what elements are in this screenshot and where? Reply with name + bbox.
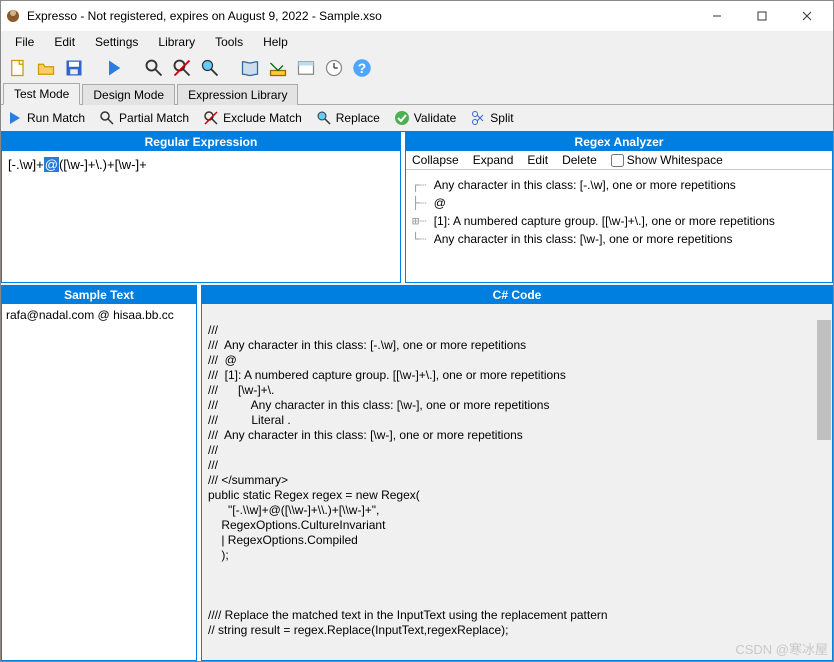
analyzer-tree[interactable]: ┌┈ Any character in this class: [-.\w], … xyxy=(406,170,832,254)
code-output[interactable]: /// /// Any character in this class: [-.… xyxy=(202,304,832,660)
tab-test-mode[interactable]: Test Mode xyxy=(3,83,80,105)
partial-match-button[interactable]: Partial Match xyxy=(99,110,189,126)
tree-node[interactable]: @ xyxy=(434,194,446,212)
new-icon[interactable] xyxy=(7,57,29,79)
run-icon[interactable] xyxy=(103,57,125,79)
menu-tools[interactable]: Tools xyxy=(207,33,251,51)
search-partial-icon[interactable] xyxy=(143,57,165,79)
maximize-button[interactable] xyxy=(739,1,784,31)
titlebar: Expresso - Not registered, expires on Au… xyxy=(1,1,833,31)
main-toolbar: ? xyxy=(1,53,833,83)
tree-node-expandable[interactable]: [1]: A numbered capture group. [[\w-]+\.… xyxy=(434,212,775,230)
tab-design-mode[interactable]: Design Mode xyxy=(82,84,175,105)
menu-library[interactable]: Library xyxy=(150,33,203,51)
svg-text:?: ? xyxy=(358,61,366,76)
menubar: File Edit Settings Library Tools Help xyxy=(1,31,833,53)
menu-edit[interactable]: Edit xyxy=(46,33,83,51)
mode-tabs: Test Mode Design Mode Expression Library xyxy=(1,83,833,105)
app-icon xyxy=(5,8,21,24)
analyzer-panel-header: Regex Analyzer xyxy=(406,133,832,151)
watermark: CSDN @寒冰屋 xyxy=(735,639,828,658)
regex-panel-header: Regular Expression xyxy=(2,133,400,151)
sample-text-panel: Sample Text rafa@nadal.com @ hisaa.bb.cc xyxy=(1,285,197,661)
menu-help[interactable]: Help xyxy=(255,33,296,51)
analyzer-panel: Regex Analyzer Collapse Expand Edit Dele… xyxy=(405,132,833,283)
exclude-match-button[interactable]: Exclude Match xyxy=(203,110,302,126)
validate-button[interactable]: Validate xyxy=(394,110,456,126)
window-controls xyxy=(694,1,829,31)
menu-settings[interactable]: Settings xyxy=(87,33,146,51)
collapse-button[interactable]: Collapse xyxy=(412,153,459,167)
expand-button[interactable]: Expand xyxy=(473,153,514,167)
minimize-button[interactable] xyxy=(694,1,739,31)
code-panel-header: C# Code xyxy=(202,286,832,304)
window-icon[interactable] xyxy=(295,57,317,79)
replace-button[interactable]: Replace xyxy=(316,110,380,126)
content-area: Regular Expression [-.\w]+@([\w-]+\.)+[\… xyxy=(1,131,833,661)
action-toolbar: Run Match Partial Match Exclude Match Re… xyxy=(1,105,833,131)
search-replace-icon[interactable] xyxy=(199,57,221,79)
regex-selection: @ xyxy=(44,157,59,172)
ruler-icon[interactable] xyxy=(267,57,289,79)
run-match-button[interactable]: Run Match xyxy=(7,110,85,126)
delete-button[interactable]: Delete xyxy=(562,153,597,167)
save-icon[interactable] xyxy=(63,57,85,79)
analyzer-toolbar: Collapse Expand Edit Delete Show Whitesp… xyxy=(406,151,832,170)
tree-node[interactable]: Any character in this class: [\w-], one … xyxy=(434,230,733,248)
help-icon[interactable]: ? xyxy=(351,57,373,79)
regex-input[interactable]: [-.\w]+@([\w-]+\.)+[\w-]+ xyxy=(2,151,400,282)
tab-expression-library[interactable]: Expression Library xyxy=(177,84,298,105)
sample-panel-header: Sample Text xyxy=(2,286,196,304)
code-scrollbar[interactable] xyxy=(816,304,832,660)
regex-panel: Regular Expression [-.\w]+@([\w-]+\.)+[\… xyxy=(1,132,401,283)
book-icon[interactable] xyxy=(239,57,261,79)
menu-file[interactable]: File xyxy=(7,33,42,51)
window-title: Expresso - Not registered, expires on Au… xyxy=(27,9,694,23)
search-exclude-icon[interactable] xyxy=(171,57,193,79)
sample-text-input[interactable]: rafa@nadal.com @ hisaa.bb.cc xyxy=(2,304,196,660)
split-button[interactable]: Split xyxy=(470,110,513,126)
tree-node[interactable]: Any character in this class: [-.\w], one… xyxy=(434,176,736,194)
show-whitespace-checkbox[interactable]: Show Whitespace xyxy=(611,153,723,167)
edit-button[interactable]: Edit xyxy=(527,153,548,167)
close-button[interactable] xyxy=(784,1,829,31)
app-window: Expresso - Not registered, expires on Au… xyxy=(0,0,834,662)
clock-icon[interactable] xyxy=(323,57,345,79)
open-icon[interactable] xyxy=(35,57,57,79)
code-panel: C# Code /// /// Any character in this cl… xyxy=(201,285,833,661)
scroll-thumb[interactable] xyxy=(817,320,831,440)
